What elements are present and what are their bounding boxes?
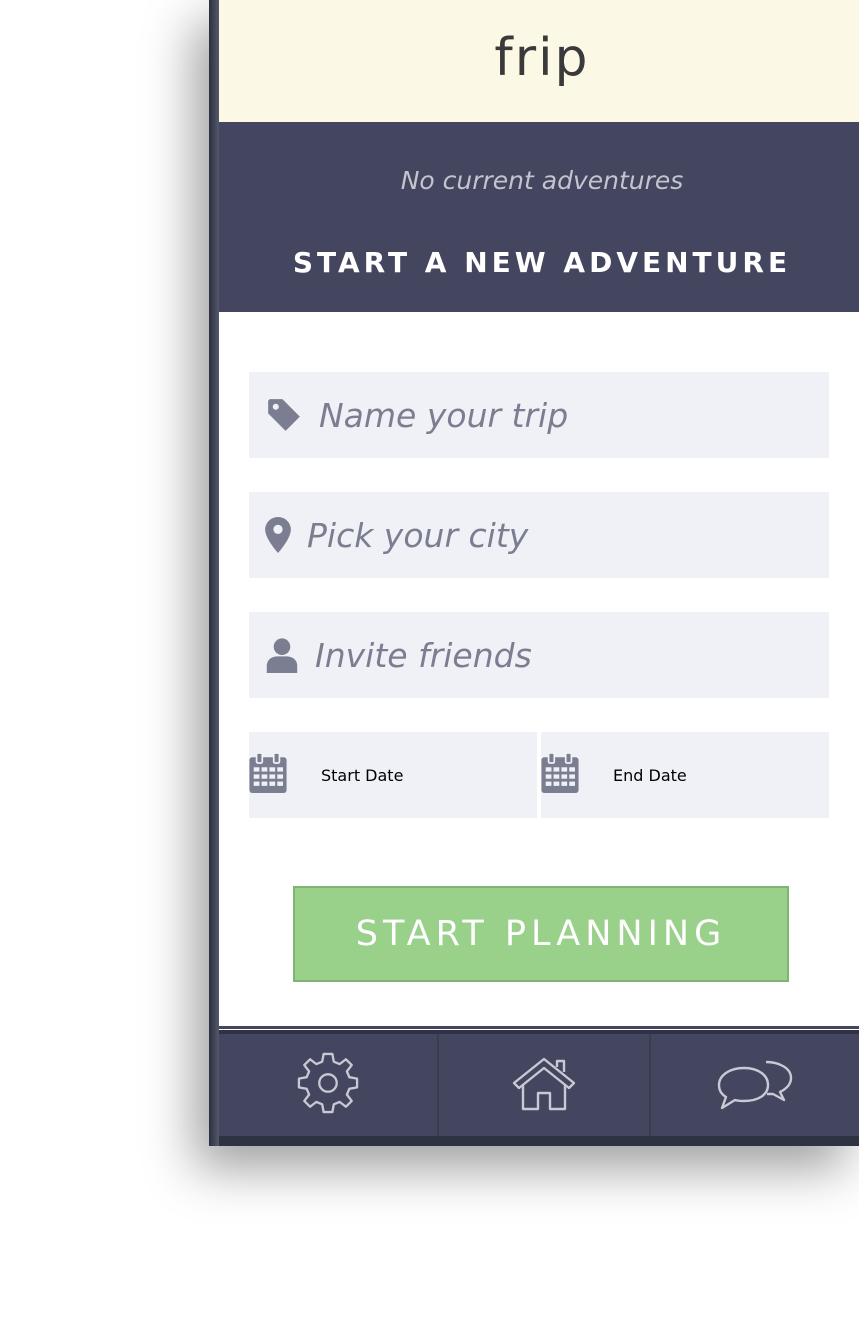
tabbar-bottom-edge: [209, 1136, 859, 1146]
calendar-icon: [541, 752, 613, 797]
tab-messages[interactable]: [651, 1034, 859, 1136]
user-icon: [249, 637, 315, 673]
bottom-tab-bar: [209, 1030, 859, 1146]
gear-icon: [297, 1052, 359, 1118]
no-adventures-text: No current adventures: [400, 166, 684, 195]
home-icon: [511, 1055, 577, 1115]
invite-friends-placeholder: Invite friends: [315, 635, 532, 675]
date-range: Start Date End Date: [249, 732, 829, 818]
city-placeholder: Pick your city: [307, 515, 529, 555]
chat-icon: [716, 1054, 794, 1116]
phone-screen: frip No current adventures START A NEW A…: [209, 0, 859, 1146]
phone-edge: [209, 0, 219, 1146]
city-field[interactable]: Pick your city: [249, 492, 829, 578]
start-planning-button[interactable]: START PLANNING: [293, 886, 789, 982]
map-pin-icon: [249, 517, 307, 553]
adventure-banner: No current adventures START A NEW ADVENT…: [209, 122, 859, 312]
app-title: frip: [494, 28, 590, 88]
app-header: frip: [209, 0, 859, 122]
tabbar-separator: [209, 1026, 859, 1029]
start-adventure-heading[interactable]: START A NEW ADVENTURE: [209, 246, 859, 279]
calendar-icon: [249, 752, 321, 797]
start-date-placeholder: Start Date: [321, 765, 404, 785]
trip-name-field[interactable]: Name your trip: [249, 372, 829, 458]
start-date-field[interactable]: Start Date: [249, 732, 537, 818]
tag-icon: [249, 396, 319, 434]
tab-settings[interactable]: [219, 1034, 437, 1136]
end-date-placeholder: End Date: [613, 765, 687, 785]
invite-friends-field[interactable]: Invite friends: [249, 612, 829, 698]
tab-home[interactable]: [439, 1034, 649, 1136]
end-date-field[interactable]: End Date: [541, 732, 829, 818]
trip-name-placeholder: Name your trip: [319, 395, 569, 435]
